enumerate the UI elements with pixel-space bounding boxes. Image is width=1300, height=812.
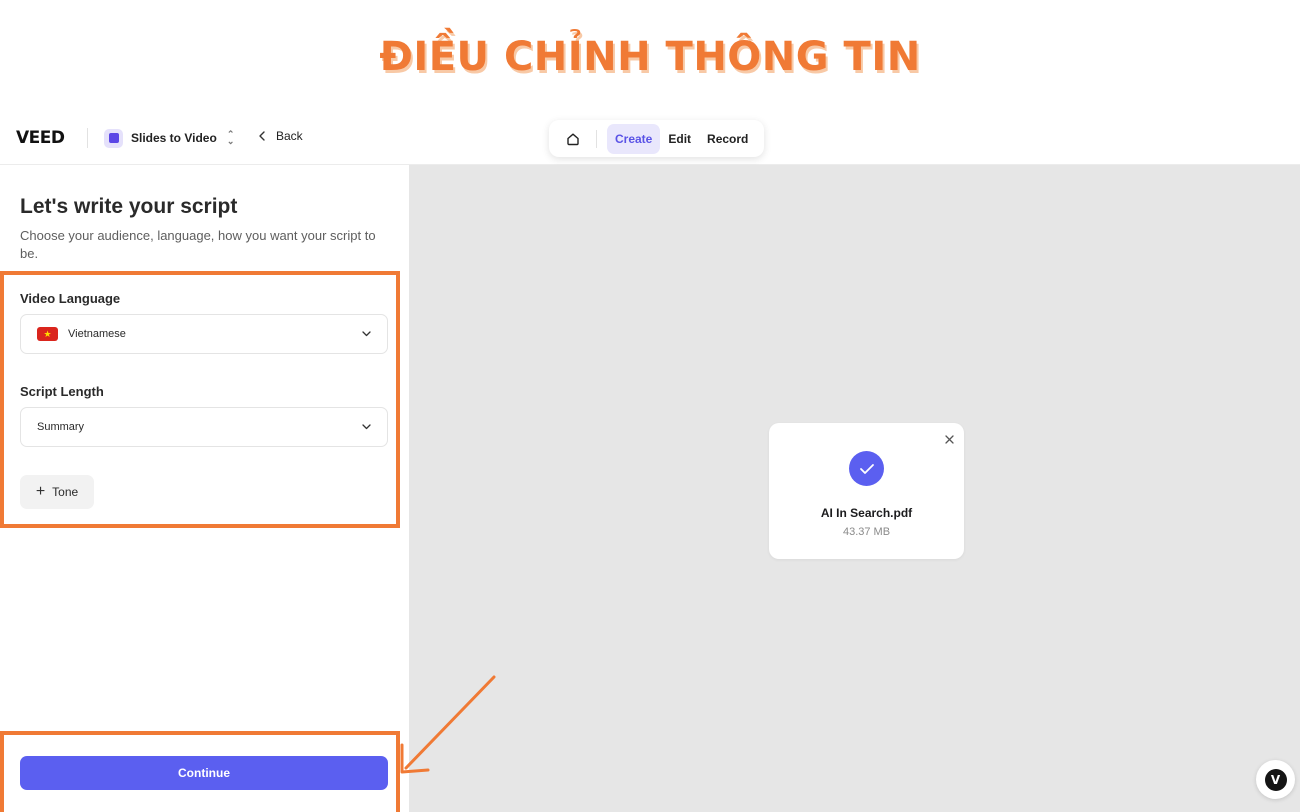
file-name: AI In Search.pdf [820, 506, 913, 520]
close-icon[interactable] [942, 432, 956, 446]
home-button[interactable] [558, 124, 588, 154]
check-icon [849, 451, 884, 486]
panel-title: Let's write your script [20, 195, 238, 218]
back-label: Back [276, 129, 303, 143]
updown-chevron-icon: ⌃ ⌄ [226, 129, 235, 146]
banner-title: ĐIỀU CHỈNH THÔNG TIN [379, 34, 921, 80]
modes-divider [596, 129, 597, 148]
file-size: 43.37 MB [842, 526, 891, 538]
help-chat-button[interactable]: V [1256, 760, 1295, 799]
uploaded-file-card: AI In Search.pdf 43.37 MB [769, 423, 964, 559]
preview-area: AI In Search.pdf 43.37 MB [409, 165, 1300, 812]
panel-subtitle: Choose your audience, language, how you … [20, 228, 376, 261]
top-bar: VEED Slides to Video ⌃ ⌄ Back Create Edit… [0, 112, 1300, 165]
chevron-left-icon [259, 131, 265, 141]
tab-edit[interactable]: Edit [660, 124, 699, 154]
veed-logo[interactable]: VEED [16, 128, 65, 148]
continue-highlight-box [0, 731, 400, 812]
mode-switcher: Create Edit Record [549, 120, 764, 157]
slides-icon [104, 128, 123, 148]
logo-divider [87, 128, 88, 148]
project-switcher[interactable]: Slides to Video ⌃ ⌄ [104, 127, 234, 149]
settings-highlight-box [0, 271, 400, 528]
annotation-banner: ĐIỀU CHỈNH THÔNG TIN [0, 0, 1300, 112]
back-button[interactable]: Back [258, 129, 303, 143]
tab-create[interactable]: Create [607, 123, 661, 154]
veed-chat-icon: V [1264, 768, 1287, 791]
tab-record[interactable]: Record [699, 124, 756, 154]
home-icon [567, 133, 579, 145]
project-name: Slides to Video [131, 131, 217, 145]
